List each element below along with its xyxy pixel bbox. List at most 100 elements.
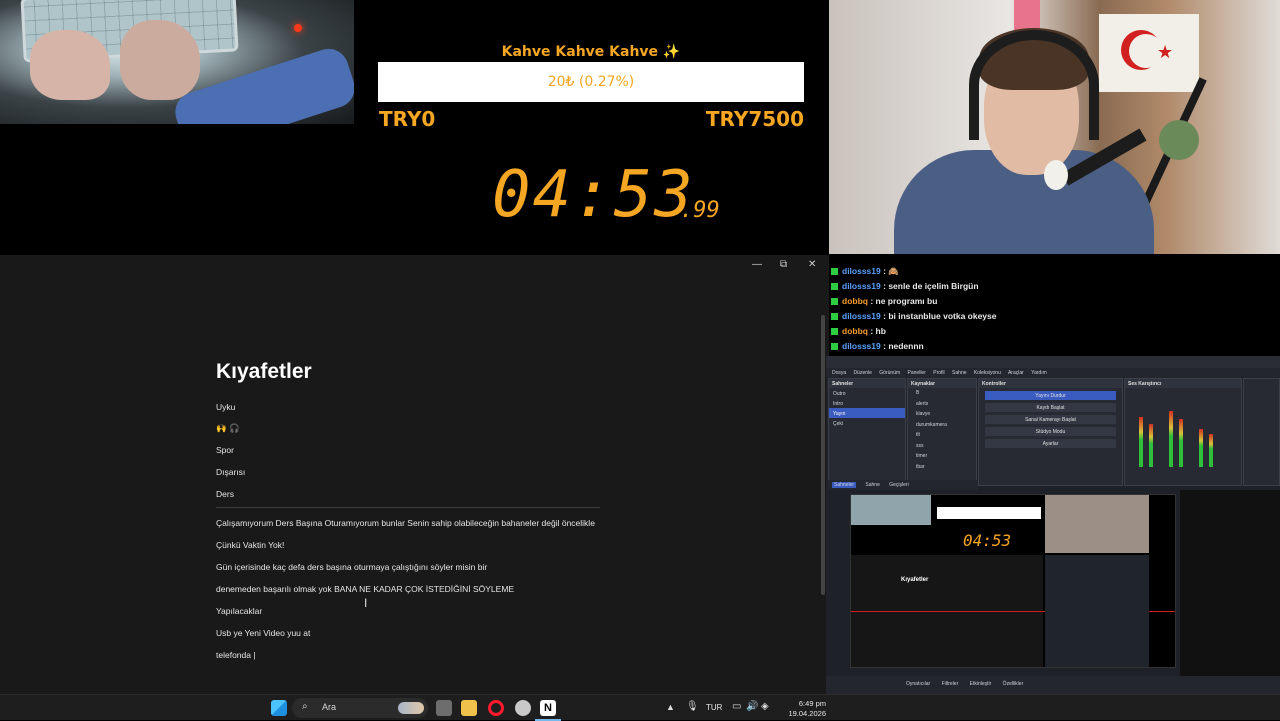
settings-button[interactable]: Ayarlar: [985, 439, 1116, 448]
source-item[interactable]: timer: [908, 451, 976, 462]
preview-goal-bar: [937, 507, 1041, 519]
volume-icon[interactable]: 🔊: [746, 701, 758, 712]
obs-preview-canvas[interactable]: 04:53 Kıyafetler: [850, 494, 1176, 668]
maximize-button[interactable]: ⧉: [780, 259, 787, 270]
obs-chat-dock: [1180, 490, 1280, 682]
audio-mixer-title: Ses Karıştırıcı: [1125, 379, 1241, 388]
chat-message: dilosss19 : bi instanblue votka okeyse: [831, 311, 997, 321]
list-item[interactable]: Ders: [216, 489, 234, 499]
paragraph[interactable]: Gün içerisinde kaç defa ders başına otur…: [216, 562, 487, 572]
start-virtual-camera-button[interactable]: Sanal Kamerayı Başlat: [985, 415, 1116, 424]
audio-meter: [1199, 429, 1203, 467]
source-item[interactable]: sss: [908, 441, 976, 452]
list-item[interactable]: Spor: [216, 445, 234, 455]
obs-icon[interactable]: [515, 700, 531, 716]
source-item[interactable]: durumkamera: [908, 420, 976, 431]
audio-meter: [1179, 419, 1183, 467]
scene-item[interactable]: Çeki: [829, 418, 905, 428]
chat-message: dilosss19 : senle de içelim Birgün: [831, 281, 979, 291]
obs-menubar[interactable]: Dosya Düzenle Görünüm Paneller Profil Sa…: [826, 368, 1280, 378]
paragraph[interactable]: Çalışamıyorum Ders Başına Oturamıyorum b…: [216, 518, 595, 528]
badge-icon: [831, 298, 838, 306]
stop-stream-button[interactable]: Yayını Durdur: [985, 391, 1116, 400]
paragraph[interactable]: telefonda |: [216, 650, 256, 660]
scrollbar[interactable]: [821, 315, 825, 595]
controls-dock: Kontroller Yayını Durdur Kaydı Başlat Sa…: [978, 378, 1123, 486]
badge-icon: [831, 268, 838, 276]
chat-username: dilosss19: [842, 266, 881, 276]
source-item[interactable]: B: [908, 388, 976, 399]
source-item[interactable]: tlt: [908, 430, 976, 441]
turkish-flag-image: ★: [1099, 14, 1199, 92]
obs-window: Dosya Düzenle Görünüm Paneller Profil Sa…: [826, 356, 1280, 694]
audio-meter: [1149, 424, 1153, 467]
monitor-icon[interactable]: ▭: [732, 701, 741, 712]
donation-goal-title: Kahve Kahve Kahve ✨: [501, 44, 681, 60]
donation-goal-progress-text: 20₺ (0.27%): [547, 74, 635, 90]
chat-message: dilosss19 : nedennn: [831, 341, 924, 351]
sources-dock: Kaynaklar B alerts klavye durumkamera tl…: [907, 378, 977, 486]
audio-meter: [1139, 417, 1143, 467]
chat-username: dobbq: [842, 326, 868, 336]
chat-text: bi instanblue votka okeyse: [888, 311, 997, 321]
clock-date[interactable]: 19.04.2026: [778, 709, 826, 718]
text-cursor-icon: I: [364, 596, 368, 610]
network-icon[interactable]: ◈: [761, 701, 769, 712]
taskbar: ⌕ Ara N ▲ 🎙 TUR ▭ 🔊 ◈ 6:49 pm 19.04.2026: [0, 694, 1280, 721]
close-button[interactable]: ✕: [808, 259, 816, 270]
countdown-timer-hundredths: .99: [680, 198, 720, 223]
paragraph[interactable]: denemeden başarılı olmak yok BANA NE KAD…: [216, 584, 514, 594]
chevron-up-icon[interactable]: ▲: [666, 702, 675, 712]
preview-keyboard-cam: [851, 495, 931, 525]
minimize-button[interactable]: —: [752, 259, 762, 270]
source-item[interactable]: alerts: [908, 399, 976, 410]
badge-icon: [831, 283, 838, 291]
language-indicator[interactable]: TUR: [706, 703, 722, 712]
scene-item[interactable]: Yayın: [829, 408, 905, 418]
microphone-icon[interactable]: 🎙: [686, 701, 699, 712]
studio-mode-button[interactable]: Stüdyo Modu: [985, 427, 1116, 436]
obs-titlebar: [826, 356, 1280, 368]
plant: [1159, 120, 1199, 160]
start-recording-button[interactable]: Kaydı Başlat: [985, 403, 1116, 412]
badge-icon: [831, 313, 838, 321]
file-explorer-icon[interactable]: [461, 700, 477, 716]
list-item[interactable]: Uyku: [216, 402, 235, 412]
task-view-icon[interactable]: [436, 700, 452, 716]
left-hand: [30, 30, 110, 100]
pink-paper: [1014, 0, 1040, 30]
chat-text: ne programı bu: [875, 296, 938, 306]
windows-start-icon[interactable]: [271, 700, 287, 716]
search-placeholder: Ara: [322, 702, 337, 712]
source-item[interactable]: klavye: [908, 409, 976, 420]
keyboard-camera-feed: [0, 0, 354, 124]
paragraph[interactable]: Usb ye Yeni Video yuu at: [216, 628, 310, 638]
scene-item[interactable]: Outro: [829, 388, 905, 398]
notion-icon[interactable]: N: [540, 700, 556, 716]
obs-bottom-bar[interactable]: Oynatıcılar Filtreler Etkinleştir Özelli…: [826, 676, 1280, 694]
preview-face-cam: [1045, 495, 1149, 553]
list-item[interactable]: Dışarısı: [216, 467, 245, 477]
opera-icon[interactable]: [488, 700, 504, 716]
scene-item[interactable]: Intro: [829, 398, 905, 408]
audio-meter: [1169, 411, 1173, 467]
page-title[interactable]: Kıyafetler: [216, 360, 312, 384]
tab-scenes[interactable]: Sahneler: [832, 482, 857, 488]
chat-message: dobbq : hb: [831, 326, 886, 336]
audio-meter: [1209, 434, 1213, 467]
tab-scene-transitions[interactable]: Sahne Geçişleri: [865, 482, 908, 488]
chat-username: dilosss19: [842, 341, 881, 351]
notes-window: — ⧉ ✕ Kıyafetler Uyku 🙌 🎧 Spor Dışarısı …: [0, 255, 829, 694]
clock-time[interactable]: 6:49 pm: [786, 699, 826, 708]
preview-obs: [1045, 555, 1149, 667]
scenes-dock-title: Sahneler: [829, 379, 905, 388]
widget-icon[interactable]: [398, 702, 424, 714]
chat-username: dobbq: [842, 296, 868, 306]
badge-icon: [831, 328, 838, 336]
source-item[interactable]: tbar: [908, 462, 976, 473]
donation-goal-bar: 20₺ (0.27%): [378, 62, 804, 102]
paragraph[interactable]: Çünkü Vaktin Yok!: [216, 540, 284, 550]
audio-mixer-dock: Ses Karıştırıcı: [1124, 378, 1242, 486]
list-item[interactable]: 🙌 🎧: [216, 423, 240, 434]
paragraph[interactable]: Yapılacaklar: [216, 606, 262, 616]
